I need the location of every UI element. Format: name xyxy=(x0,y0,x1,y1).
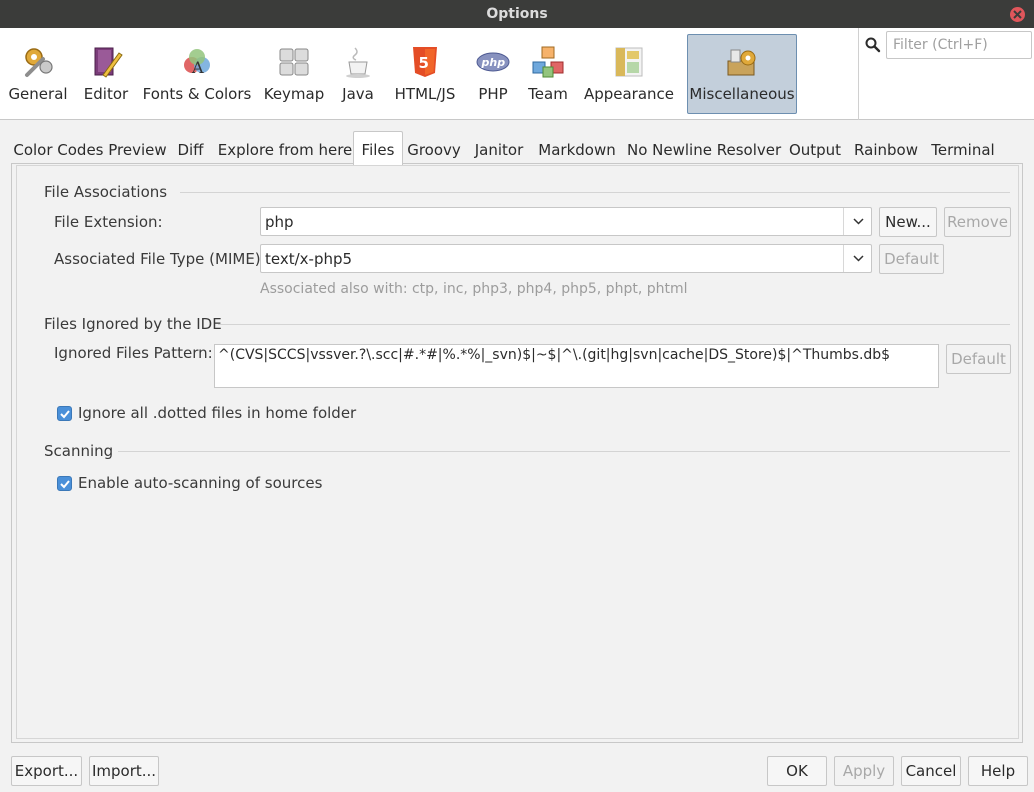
category-label: Miscellaneous xyxy=(689,85,795,103)
mime-type-combo[interactable]: text/x-php5 xyxy=(260,244,872,273)
category-label: Fonts & Colors xyxy=(142,85,252,103)
category-php[interactable]: php PHP xyxy=(468,34,518,114)
ignore-dotted-checkbox[interactable] xyxy=(57,406,72,421)
section-title-files-ignored: Files Ignored by the IDE xyxy=(44,315,222,333)
tab-rainbow[interactable]: Rainbow xyxy=(853,131,919,163)
chevron-down-icon[interactable] xyxy=(843,208,871,235)
category-appearance[interactable]: Appearance xyxy=(582,34,676,114)
category-label: Editor xyxy=(83,85,129,103)
category-team[interactable]: Team xyxy=(524,34,572,114)
apply-button[interactable]: Apply xyxy=(834,756,894,786)
mime-type-label: Associated File Type (MIME): xyxy=(54,250,266,268)
file-extension-label: File Extension: xyxy=(54,213,163,231)
team-cubes-icon xyxy=(532,46,564,78)
chevron-down-icon[interactable] xyxy=(843,245,871,272)
window-titlebar: Options xyxy=(0,0,1034,28)
svg-text:A: A xyxy=(191,58,204,77)
category-miscellaneous[interactable]: Miscellaneous xyxy=(687,34,797,114)
ignored-pattern-label: Ignored Files Pattern: xyxy=(54,344,213,362)
category-java[interactable]: Java xyxy=(334,34,382,114)
associated-also-with-text: Associated also with: ctp, inc, php3, ph… xyxy=(260,281,688,297)
file-extension-value: php xyxy=(265,213,294,231)
section-title-scanning: Scanning xyxy=(44,442,114,460)
tab-diff[interactable]: Diff xyxy=(170,131,211,163)
category-editor[interactable]: Editor xyxy=(78,34,134,114)
tab-janitor[interactable]: Janitor xyxy=(471,131,527,163)
editor-book-pen-icon xyxy=(94,47,123,78)
fonts-colors-palette-icon: A xyxy=(184,49,210,77)
export-button[interactable]: Export... xyxy=(11,756,82,786)
help-button[interactable]: Help xyxy=(968,756,1028,786)
search-icon xyxy=(865,37,881,53)
category-keymap[interactable]: Keymap xyxy=(260,34,328,114)
toolbar-divider xyxy=(858,28,859,120)
ok-button[interactable]: OK xyxy=(767,756,827,786)
java-cup-icon xyxy=(346,47,370,78)
section-title-file-associations: File Associations xyxy=(44,183,168,201)
close-icon[interactable] xyxy=(1010,7,1025,22)
mime-default-button[interactable]: Default xyxy=(879,244,944,274)
section-divider xyxy=(180,192,1010,193)
category-toolbar: General Editor A Fonts & Colors Keymap J… xyxy=(0,28,1034,120)
category-general[interactable]: General xyxy=(4,34,72,114)
category-label: Java xyxy=(342,85,374,103)
window-title: Options xyxy=(486,6,548,22)
miscellaneous-icon xyxy=(727,49,756,76)
filter-search-input[interactable] xyxy=(886,31,1032,59)
tab-groovy[interactable]: Groovy xyxy=(406,131,462,163)
remove-association-button[interactable]: Remove xyxy=(944,207,1011,237)
import-button[interactable]: Import... xyxy=(89,756,159,786)
category-label: Appearance xyxy=(583,85,675,103)
category-fonts-colors[interactable]: A Fonts & Colors xyxy=(140,34,254,114)
tab-explore-from-here[interactable]: Explore from here xyxy=(214,131,356,163)
svg-text:php: php xyxy=(481,56,506,69)
category-label: HTML/JS xyxy=(394,85,456,103)
tab-no-newline-resolver[interactable]: No Newline Resolver xyxy=(627,131,781,163)
new-association-button[interactable]: New... xyxy=(879,207,937,237)
general-gears-icon xyxy=(25,48,53,77)
category-html-js[interactable]: 5 HTML/JS xyxy=(388,34,462,114)
auto-scanning-checkbox[interactable] xyxy=(57,476,72,491)
cancel-button[interactable]: Cancel xyxy=(901,756,961,786)
appearance-icon xyxy=(615,47,643,77)
auto-scanning-label[interactable]: Enable auto-scanning of sources xyxy=(78,474,322,492)
section-divider xyxy=(218,324,1010,325)
files-settings-panel: File Associations File Extension: php Ne… xyxy=(11,163,1023,743)
html5-icon: 5 xyxy=(413,47,437,77)
tab-output[interactable]: Output xyxy=(786,131,844,163)
pattern-default-button[interactable]: Default xyxy=(946,344,1011,374)
tab-files[interactable]: Files xyxy=(353,131,403,165)
file-extension-combo[interactable]: php xyxy=(260,207,872,236)
mime-type-value: text/x-php5 xyxy=(265,250,353,268)
tab-terminal[interactable]: Terminal xyxy=(928,131,998,163)
category-label: PHP xyxy=(478,85,508,103)
tab-color-codes-preview[interactable]: Color Codes Preview xyxy=(10,131,170,163)
category-label: Keymap xyxy=(263,85,325,103)
ignored-pattern-textarea[interactable]: ^(CVS|SCCS|vssver.?\.scc|#.*#|%.*%|_svn)… xyxy=(214,344,939,388)
section-divider xyxy=(118,451,1010,452)
svg-text:5: 5 xyxy=(419,54,429,72)
php-icon: php xyxy=(476,52,510,72)
category-label: General xyxy=(8,85,68,103)
keymap-keyboard-icon xyxy=(279,48,309,76)
ignore-dotted-label[interactable]: Ignore all .dotted files in home folder xyxy=(78,404,356,422)
category-label: Team xyxy=(528,85,568,103)
tab-markdown[interactable]: Markdown xyxy=(536,131,618,163)
